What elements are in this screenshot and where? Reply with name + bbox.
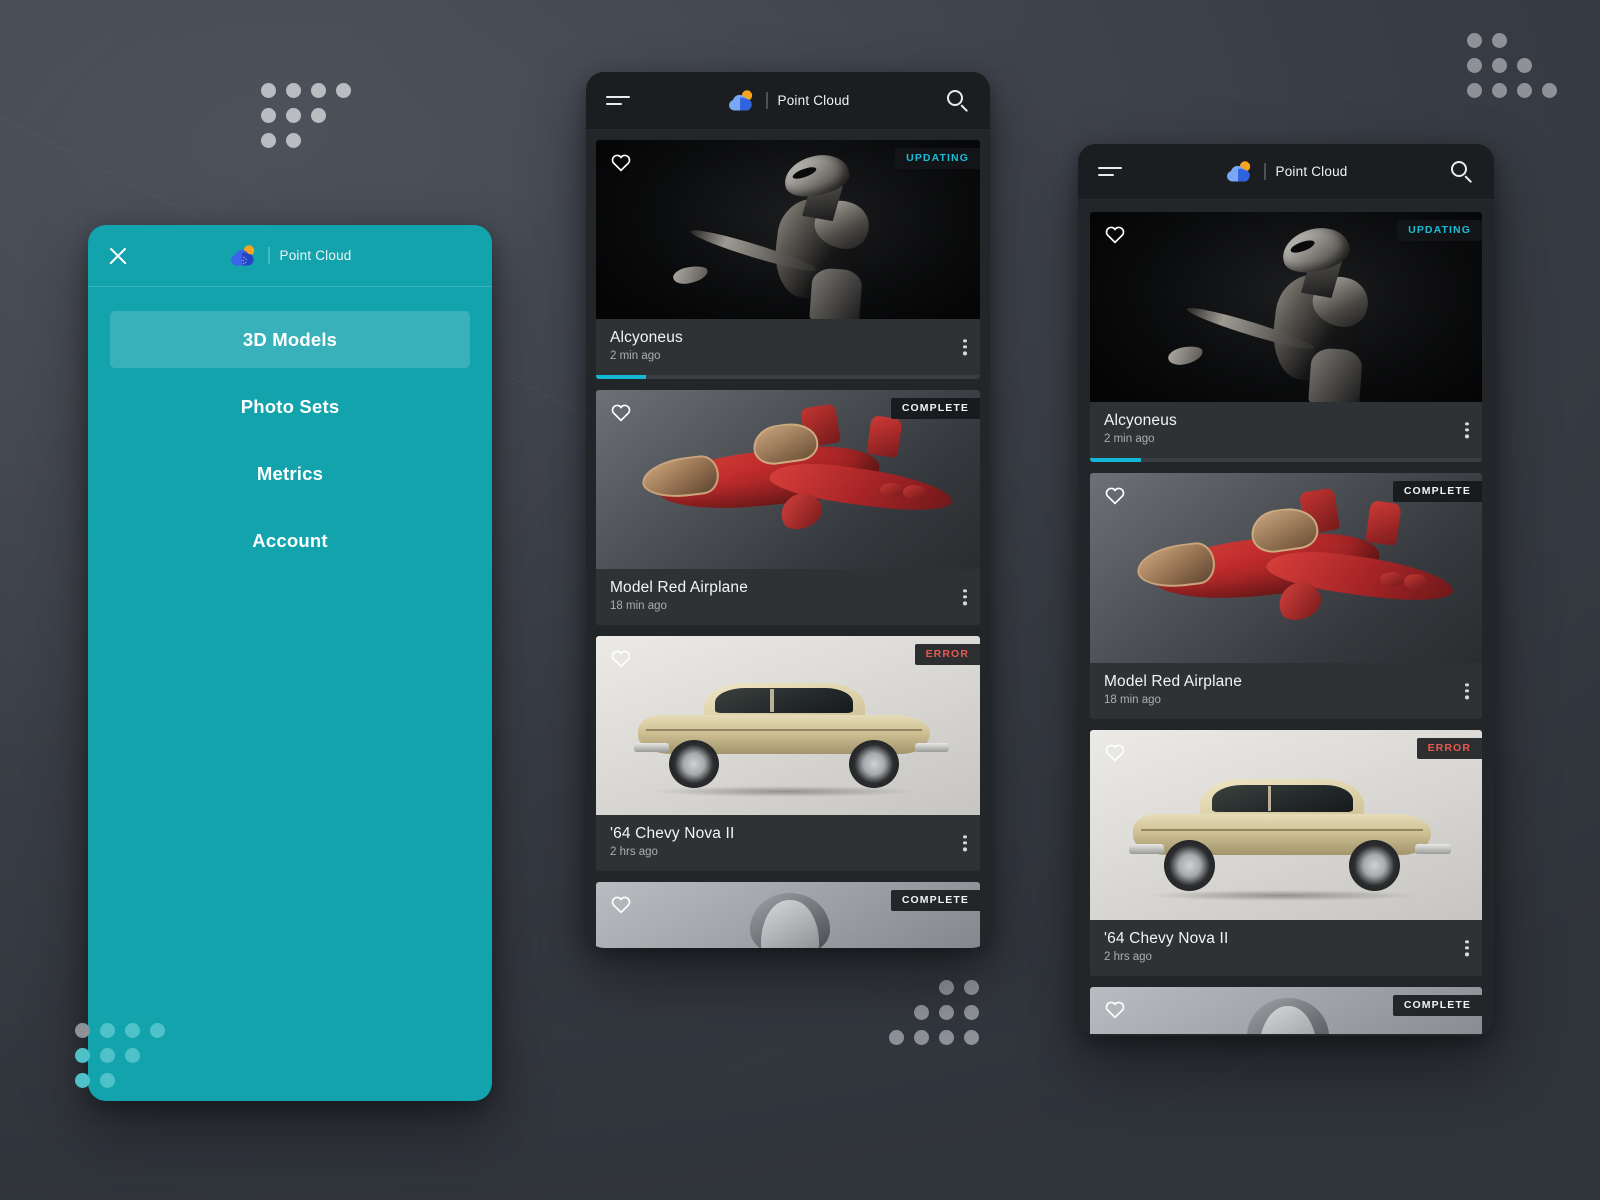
progress-bar — [1090, 458, 1482, 462]
drawer-top-bar: Point Cloud — [88, 225, 492, 287]
model-card[interactable]: COMPLETE Model Red Airplane 18 min ago — [1090, 473, 1482, 719]
point-cloud-logo-icon — [1225, 160, 1255, 184]
sidebar-item-metrics[interactable]: Metrics — [110, 445, 470, 502]
model-timestamp: 2 hrs ago — [610, 846, 658, 858]
kebab-menu-icon[interactable] — [1465, 680, 1469, 701]
heart-icon[interactable] — [1104, 742, 1126, 762]
status-badge: ERROR — [1416, 738, 1482, 759]
heart-icon[interactable] — [610, 152, 632, 172]
progress-bar-fill — [596, 375, 646, 379]
model-thumbnail[interactable]: COMPLETE — [1090, 987, 1482, 1034]
app-brand: Point Cloud — [1225, 160, 1348, 184]
model-card[interactable]: UPDATING Alcyoneus 2 min ago — [1090, 212, 1482, 462]
model-title: '64 Chevy Nova II — [1104, 930, 1229, 947]
hamburger-menu-icon[interactable] — [606, 94, 630, 108]
heart-icon[interactable] — [1104, 224, 1126, 244]
drawer-brand: Point Cloud — [229, 244, 352, 268]
brand-divider — [1264, 163, 1266, 180]
heart-icon[interactable] — [1104, 485, 1126, 505]
heart-icon[interactable] — [610, 402, 632, 422]
status-badge: UPDATING — [895, 148, 980, 169]
model-title: Model Red Airplane — [610, 579, 748, 596]
model-timestamp: 2 min ago — [1104, 433, 1155, 445]
model-timestamp: 2 hrs ago — [1104, 951, 1152, 963]
model-thumbnail[interactable]: COMPLETE — [596, 882, 980, 948]
model-timestamp: 18 min ago — [1104, 694, 1161, 706]
dots-top-right — [1462, 28, 1562, 103]
model-feed-screen-right: Point Cloud UPDATING Alcyoneus 2 min ago — [1078, 144, 1494, 1036]
drawer-menu-list: 3D Models Photo Sets Metrics Account — [88, 287, 492, 569]
status-badge: COMPLETE — [1392, 481, 1482, 502]
sidebar-item-label: Photo Sets — [240, 395, 340, 417]
status-badge: COMPLETE — [890, 398, 980, 419]
progress-bar — [596, 375, 980, 379]
app-bar: Point Cloud — [1078, 144, 1494, 200]
kebab-menu-icon[interactable] — [1465, 419, 1469, 440]
model-title: Alcyoneus — [1104, 412, 1177, 429]
model-card-list[interactable]: UPDATING Alcyoneus 2 min ago COMPLETE Mo… — [586, 130, 990, 948]
heart-icon[interactable] — [1104, 999, 1126, 1019]
app-bar: Point Cloud — [586, 72, 990, 130]
brand-name: Point Cloud — [279, 248, 352, 263]
heart-icon[interactable] — [610, 648, 632, 668]
heart-icon[interactable] — [610, 894, 632, 914]
sidebar-item-label: Account — [252, 529, 328, 551]
status-badge: ERROR — [914, 644, 980, 665]
model-timestamp: 18 min ago — [610, 600, 667, 612]
model-thumbnail[interactable]: COMPLETE — [1090, 473, 1482, 663]
status-badge: COMPLETE — [890, 890, 980, 911]
kebab-menu-icon[interactable] — [963, 832, 967, 853]
model-thumbnail[interactable]: COMPLETE — [596, 390, 980, 569]
model-card[interactable]: ERROR '64 Chevy Nova II 2 hrs ago — [1090, 730, 1482, 976]
sidebar-item-account[interactable]: Account — [110, 512, 470, 569]
model-card[interactable]: ERROR '64 Chevy Nova II 2 hrs ago — [596, 636, 980, 871]
sidebar-item-photo-sets[interactable]: Photo Sets — [110, 378, 470, 435]
model-card[interactable]: UPDATING Alcyoneus 2 min ago — [596, 140, 980, 379]
model-title: '64 Chevy Nova II — [610, 825, 735, 842]
model-thumbnail[interactable]: ERROR — [596, 636, 980, 815]
model-card-meta: Alcyoneus 2 min ago — [596, 319, 980, 375]
progress-bar-fill — [1090, 458, 1141, 462]
model-feed-screen-center: Point Cloud UPDATING Alcyoneus 2 min ago — [586, 72, 990, 948]
point-cloud-logo-icon — [727, 89, 757, 113]
brand-divider — [268, 247, 270, 264]
dots-top-left — [256, 78, 356, 153]
status-badge: COMPLETE — [1392, 995, 1482, 1016]
model-card-list[interactable]: UPDATING Alcyoneus 2 min ago COMPLETE Mo… — [1078, 200, 1494, 1034]
dots-bottom-center — [884, 975, 984, 1050]
model-thumbnail[interactable]: UPDATING — [596, 140, 980, 319]
app-brand: Point Cloud — [727, 89, 850, 113]
app-title: Point Cloud — [1275, 164, 1348, 179]
model-card-meta: Alcyoneus 2 min ago — [1090, 402, 1482, 458]
app-title: Point Cloud — [777, 93, 850, 108]
close-icon[interactable] — [106, 244, 130, 268]
model-title: Alcyoneus — [610, 329, 683, 346]
sidebar-item-label: Metrics — [256, 462, 324, 484]
status-badge: UPDATING — [1397, 220, 1482, 241]
model-card[interactable]: COMPLETE — [596, 882, 980, 948]
brand-divider — [766, 92, 768, 109]
model-thumbnail[interactable]: ERROR — [1090, 730, 1482, 920]
kebab-menu-icon[interactable] — [963, 336, 967, 357]
model-card-meta: Model Red Airplane 18 min ago — [596, 569, 980, 625]
model-thumbnail[interactable]: UPDATING — [1090, 212, 1482, 402]
model-timestamp: 2 min ago — [610, 350, 661, 362]
model-title: Model Red Airplane — [1104, 673, 1242, 690]
kebab-menu-icon[interactable] — [1465, 937, 1469, 958]
navigation-drawer-screen: Point Cloud 3D Models Photo Sets Metrics… — [88, 225, 492, 1101]
model-card[interactable]: COMPLETE Model Red Airplane 18 min ago — [596, 390, 980, 625]
kebab-menu-icon[interactable] — [963, 586, 967, 607]
hamburger-menu-icon[interactable] — [1098, 165, 1122, 179]
model-card[interactable]: COMPLETE — [1090, 987, 1482, 1034]
model-card-meta: '64 Chevy Nova II 2 hrs ago — [596, 815, 980, 871]
sidebar-item-3d-models[interactable]: 3D Models — [110, 311, 470, 368]
sidebar-item-label: 3D Models — [242, 328, 338, 350]
point-cloud-logo-icon — [229, 244, 259, 268]
search-icon[interactable] — [1450, 160, 1474, 184]
model-card-meta: '64 Chevy Nova II 2 hrs ago — [1090, 920, 1482, 976]
search-icon[interactable] — [946, 89, 970, 113]
model-card-meta: Model Red Airplane 18 min ago — [1090, 663, 1482, 719]
